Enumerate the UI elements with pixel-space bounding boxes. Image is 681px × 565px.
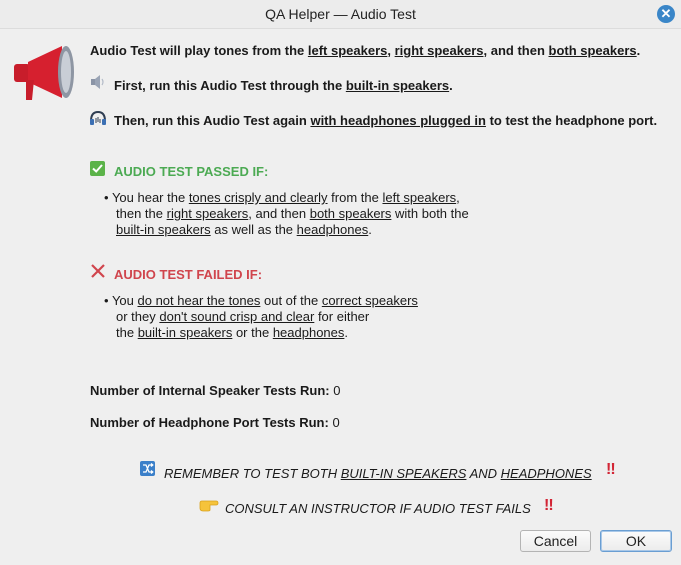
- failed-l3-end: .: [344, 325, 349, 340]
- passed-l2-u1: right speakers: [166, 206, 249, 221]
- headphone-tests-counter: Number of Headphone Port Tests Run: 0: [90, 415, 340, 430]
- intro-both: both speakers: [548, 43, 637, 58]
- passed-line-1: • You hear the tones crisply and clearly…: [104, 190, 460, 205]
- reminder-exclamation: !!: [606, 461, 616, 478]
- step1-text: First, run this Audio Test through the b…: [114, 78, 453, 93]
- step2-text: Then, run this Audio Test again with hea…: [114, 113, 657, 128]
- passed-line-2: then the right speakers, and then both s…: [104, 206, 469, 222]
- failed-line-2: or they don't sound crisp and clear for …: [104, 309, 418, 325]
- reminder-u1: BUILT-IN SPEAKERS: [340, 466, 467, 481]
- failed-criteria: • You do not hear the tones out of the c…: [104, 293, 418, 341]
- intro-sep1: ,: [387, 43, 395, 58]
- passed-l1-end: ,: [456, 190, 460, 205]
- intro-sep2: , and then: [483, 43, 549, 58]
- reminder-text: REMEMBER TO TEST BOTH BUILT-IN SPEAKERS …: [164, 466, 592, 481]
- reminder-mid: AND: [466, 466, 501, 481]
- speaker-icon: [91, 75, 104, 89]
- step1-link: built-in speakers: [345, 78, 450, 93]
- ok-button[interactable]: OK: [600, 530, 672, 552]
- passed-l3-end: .: [368, 222, 372, 237]
- failed-l1-pre: You: [111, 293, 138, 308]
- step1-end: .: [449, 78, 453, 93]
- cancel-button[interactable]: Cancel: [520, 530, 591, 552]
- failed-l1-u2: correct speakers: [321, 293, 418, 308]
- step2-pre: Then, run this Audio Test again: [114, 113, 311, 128]
- passed-heading: AUDIO TEST PASSED IF:: [114, 164, 269, 179]
- passed-l2-u2: both speakers: [309, 206, 392, 221]
- failed-l2-pre: or they: [116, 309, 160, 324]
- passed-criteria: • You hear the tones crisply and clearly…: [104, 190, 469, 238]
- headphones-icon: [90, 110, 106, 125]
- megaphone-icon: [14, 46, 74, 100]
- passed-l3-u2: headphones: [296, 222, 369, 237]
- failed-l1-mid: out of the: [260, 293, 322, 308]
- shuffle-icon: [140, 461, 155, 476]
- failed-l2-u1: don't sound crisp and clear: [159, 309, 315, 324]
- close-icon: ✕: [660, 6, 672, 21]
- intro-left: left speakers: [307, 43, 388, 58]
- close-button[interactable]: ✕: [657, 5, 675, 23]
- window-title: QA Helper — Audio Test: [265, 6, 416, 22]
- passed-l1-u1: tones crisply and clearly: [188, 190, 328, 205]
- step1-pre: First, run this Audio Test through the: [114, 78, 346, 93]
- step2-end: to test the headphone port.: [485, 113, 658, 128]
- failed-l3-u1: built-in speakers: [137, 325, 233, 340]
- intro-text: Audio Test will play tones from the left…: [90, 43, 640, 58]
- headphone-tests-label: Number of Headphone Port Tests Run:: [90, 415, 329, 430]
- failed-l3-mid: or the: [232, 325, 273, 340]
- passed-l2-end: with both the: [391, 206, 469, 221]
- cross-icon: [91, 264, 105, 278]
- consult-text: CONSULT AN INSTRUCTOR IF AUDIO TEST FAIL…: [225, 501, 531, 516]
- failed-line-3: the built-in speakers or the headphones.: [104, 325, 418, 341]
- failed-l3-pre: the: [116, 325, 138, 340]
- title-bar: QA Helper — Audio Test ✕: [0, 0, 681, 29]
- passed-line-3: built-in speakers as well as the headpho…: [104, 222, 469, 238]
- passed-l1-pre: You hear the: [111, 190, 189, 205]
- internal-tests-label: Number of Internal Speaker Tests Run:: [90, 383, 330, 398]
- internal-tests-counter: Number of Internal Speaker Tests Run: 0: [90, 383, 340, 398]
- failed-l3-u2: headphones: [272, 325, 345, 340]
- passed-l1-mid: from the: [327, 190, 383, 205]
- failed-l2-end: for either: [314, 309, 370, 324]
- internal-tests-value: 0: [333, 383, 341, 398]
- consult-exclamation: !!: [544, 497, 554, 514]
- passed-l1-u2: left speakers: [382, 190, 457, 205]
- passed-l3-mid: as well as the: [210, 222, 297, 237]
- step2-link: with headphones plugged in: [310, 113, 486, 128]
- passed-l2-mid: , and then: [248, 206, 310, 221]
- failed-l1-u1: do not hear the tones: [137, 293, 261, 308]
- reminder-u2: HEADPHONES: [500, 466, 592, 481]
- passed-l2-pre: then the: [116, 206, 167, 221]
- intro-pre: Audio Test will play tones from the: [90, 43, 308, 58]
- pointing-hand-icon: [199, 500, 219, 512]
- reminder-pre: REMEMBER TO TEST BOTH: [164, 466, 341, 481]
- failed-heading: AUDIO TEST FAILED IF:: [114, 267, 263, 282]
- failed-line-1: • You do not hear the tones out of the c…: [104, 293, 418, 308]
- check-icon: [90, 161, 105, 176]
- intro-end: .: [636, 43, 641, 58]
- intro-right: right speakers: [394, 43, 484, 58]
- headphone-tests-value: 0: [332, 415, 340, 430]
- passed-l3-u1: built-in speakers: [116, 222, 211, 237]
